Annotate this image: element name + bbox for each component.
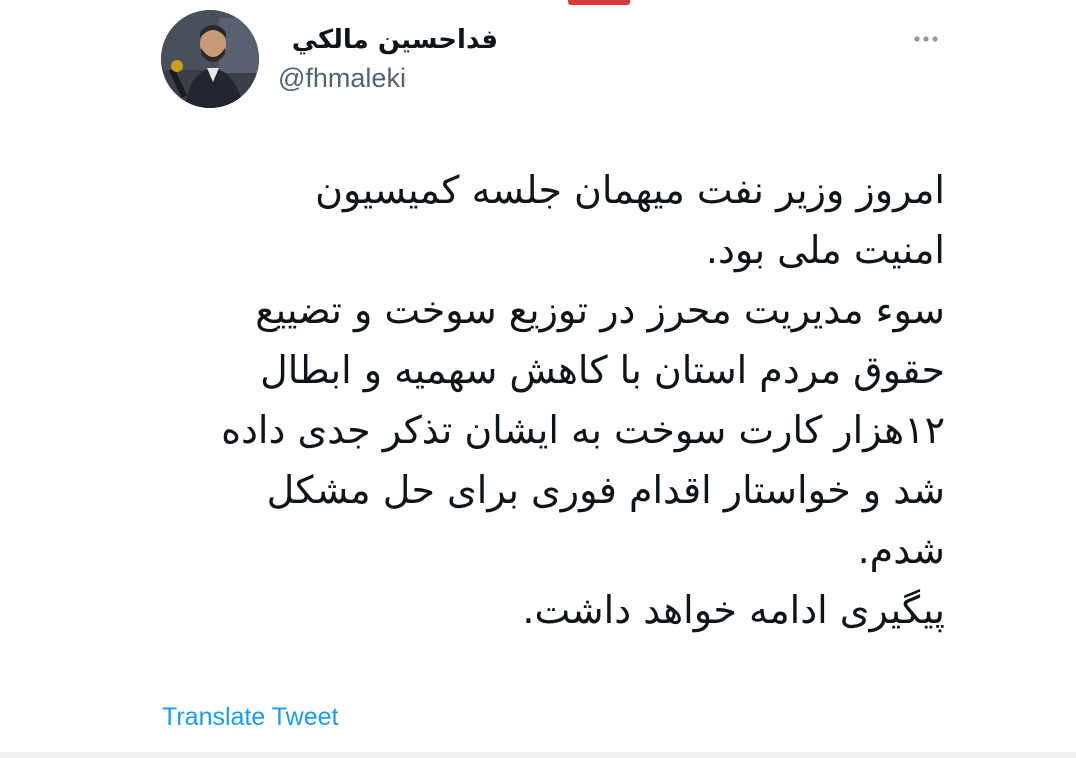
tweet-text-line: سوء مدیریت محرز در توزیع سوخت و تضییع [255, 288, 945, 332]
tweet-text-line: پیگیری ادامه خواهد داشت. [522, 588, 945, 632]
top-accent-bar [568, 0, 630, 5]
author-handle[interactable]: @fhmaleki [278, 62, 406, 94]
tweet-text-line: امنیت ملی بود. [705, 228, 945, 272]
more-horizontal-icon[interactable] [908, 30, 944, 48]
bottom-divider [0, 752, 1076, 758]
author-display-name[interactable]: فداحسين مالكي [278, 24, 498, 56]
translate-tweet-link[interactable]: Translate Tweet [162, 702, 338, 732]
avatar[interactable] [161, 10, 259, 108]
tweet-text-line: ۱۲هزار کارت سوخت به ایشان تذکر جدی داده [221, 408, 945, 452]
tweet-text: امروز وزیر نفت میهمان جلسه کمیسیون امنیت… [160, 160, 945, 640]
tweet-text-line: شد و خواستار اقدام فوری برای حل مشکل [266, 468, 945, 512]
avatar-photo [161, 10, 259, 108]
tweet-text-line: حقوق مردم استان با کاهش سهمیه و ابطال [260, 348, 945, 392]
tweet-text-line: امروز وزیر نفت میهمان جلسه کمیسیون [315, 168, 945, 212]
tweet-text-line: شدم. [857, 528, 945, 572]
